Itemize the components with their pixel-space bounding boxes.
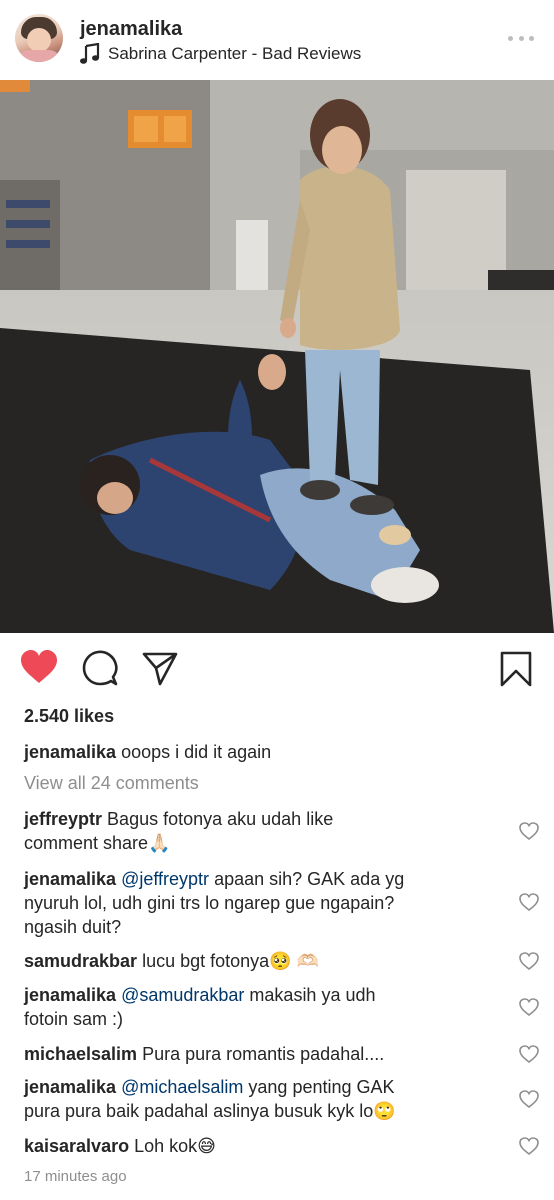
post-image (0, 80, 554, 633)
comment-text: ngasih duit? (24, 917, 122, 937)
comment-text: fotoin sam :) (24, 1009, 124, 1029)
comment-username[interactable]: samudrakbar (24, 951, 137, 971)
comment-text: makasih ya udh (249, 985, 376, 1005)
paper-plane-icon[interactable] (142, 652, 178, 686)
comment-username[interactable]: michaelsalim (24, 1044, 137, 1064)
post-timestamp: 17 minutes ago (24, 1168, 127, 1185)
list-item: jenamalika @jeffreyptr apaan sih? GAK ad… (24, 867, 494, 939)
list-item: jenamalika @samudrakbar makasih ya udh f… (24, 983, 494, 1031)
post-username[interactable]: jenamalika (80, 18, 182, 41)
comment-mention[interactable]: @samudrakbar (121, 985, 244, 1005)
heart-outline-icon[interactable] (519, 1090, 539, 1108)
music-row[interactable]: Sabrina Carpenter - Bad Reviews (80, 42, 361, 66)
bookmark-icon[interactable] (500, 651, 532, 687)
music-note-icon (80, 43, 100, 64)
heart-outline-icon[interactable] (519, 998, 539, 1016)
comment-username[interactable]: kaisaralvaro (24, 1136, 129, 1156)
list-item: jenamalika @michaelsalim yang penting GA… (24, 1075, 494, 1123)
heart-outline-icon[interactable] (519, 1137, 539, 1155)
action-bar (0, 633, 554, 703)
likes-count[interactable]: 2.540 likes (24, 706, 114, 727)
comment-text: lucu bgt fotonya🥺 🫶🏻 (142, 951, 319, 971)
comment-username[interactable]: jeffreyptr (24, 809, 102, 829)
avatar[interactable] (15, 14, 63, 62)
comment-username[interactable]: jenamalika (24, 985, 116, 1005)
comment-text: yang penting GAK (248, 1077, 395, 1097)
comment-text: comment share🙏🏻 (24, 833, 171, 853)
comment-text: Loh kok😅 (134, 1136, 216, 1156)
heart-outline-icon[interactable] (519, 893, 539, 911)
post-header: jenamalika Sabrina Carpenter - Bad Revie… (0, 0, 554, 80)
view-all-comments-link[interactable]: View all 24 comments (24, 773, 199, 794)
post-photo[interactable] (0, 80, 554, 633)
list-item: samudrakbar lucu bgt fotonya🥺 🫶🏻 (24, 949, 494, 973)
comment-username[interactable]: jenamalika (24, 1077, 116, 1097)
post-caption: jenamalika ooops i did it again (24, 740, 524, 764)
heart-outline-icon[interactable] (519, 822, 539, 840)
comment-text: nyuruh lol, udh gini trs lo ngarep gue n… (24, 893, 395, 913)
comment-text: apaan sih? GAK ada yg (214, 869, 405, 889)
heart-filled-icon[interactable] (20, 650, 58, 684)
heart-outline-icon[interactable] (519, 952, 539, 970)
comment-text: pura pura baik padahal aslinya busuk kyk… (24, 1101, 396, 1121)
comment-username[interactable]: jenamalika (24, 869, 116, 889)
list-item: michaelsalim Pura pura romantis padahal.… (24, 1042, 494, 1066)
list-item: jeffreyptr Bagus fotonya aku udah like c… (24, 807, 494, 855)
song-label: Sabrina Carpenter - Bad Reviews (108, 44, 362, 63)
comment-text: Pura pura romantis padahal.... (142, 1044, 385, 1064)
caption-text: ooops i did it again (121, 742, 272, 762)
list-item: kaisaralvaro Loh kok😅 (24, 1134, 494, 1158)
comment-mention[interactable]: @jeffreyptr (121, 869, 209, 889)
comment-bubble-icon[interactable] (82, 650, 118, 686)
comment-text: Bagus fotonya aku udah like (107, 809, 334, 829)
comment-mention[interactable]: @michaelsalim (121, 1077, 243, 1097)
caption-username[interactable]: jenamalika (24, 742, 116, 762)
heart-outline-icon[interactable] (519, 1045, 539, 1063)
more-dots-icon[interactable] (508, 28, 534, 48)
